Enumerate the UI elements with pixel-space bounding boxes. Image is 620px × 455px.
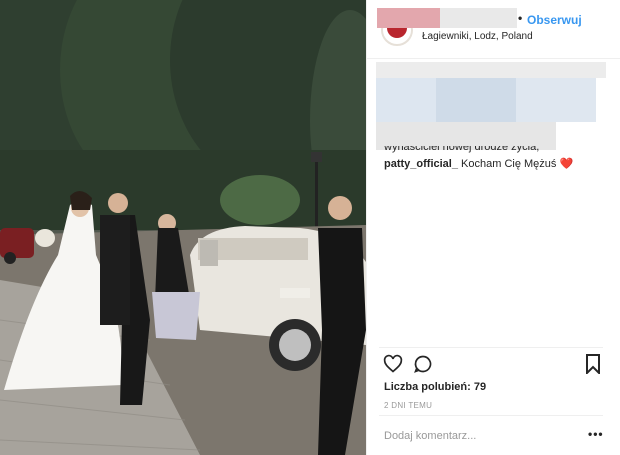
follow-button[interactable]: Obserwuj: [527, 13, 582, 27]
caption-cut-line: wyńaściciel nowej drodze życia,: [384, 146, 540, 153]
likes-count[interactable]: Liczba polubień: 79: [384, 381, 486, 393]
comment-author[interactable]: patty_official_: [384, 158, 458, 170]
post-header: • Obserwuj Łagiewniki, Lodz, Poland: [367, 0, 620, 59]
wedding-photo-illustration: [0, 0, 366, 455]
caption-redacted: [376, 62, 606, 152]
actions-divider: [379, 347, 603, 348]
heart-icon[interactable]: [383, 354, 403, 379]
column-divider: [366, 0, 367, 455]
comment: patty_official_ Kocham Cię Mężuś ❤️: [384, 157, 573, 170]
post-timestamp: 2 DNI TEMU: [384, 401, 433, 410]
header-dot: •: [518, 11, 523, 25]
more-options-button[interactable]: •••: [588, 427, 604, 441]
bookmark-icon[interactable]: [585, 354, 601, 379]
comment-icon[interactable]: [413, 354, 433, 379]
username-redacted[interactable]: [377, 8, 517, 28]
comment-text: Kocham Cię Mężuś: [461, 158, 557, 170]
footer-divider: [379, 415, 603, 416]
location-link[interactable]: Łagiewniki, Lodz, Poland: [422, 31, 533, 42]
post-photo[interactable]: [0, 0, 366, 455]
heart-emoji: ❤️: [559, 158, 574, 170]
add-comment-input[interactable]: [384, 428, 574, 444]
